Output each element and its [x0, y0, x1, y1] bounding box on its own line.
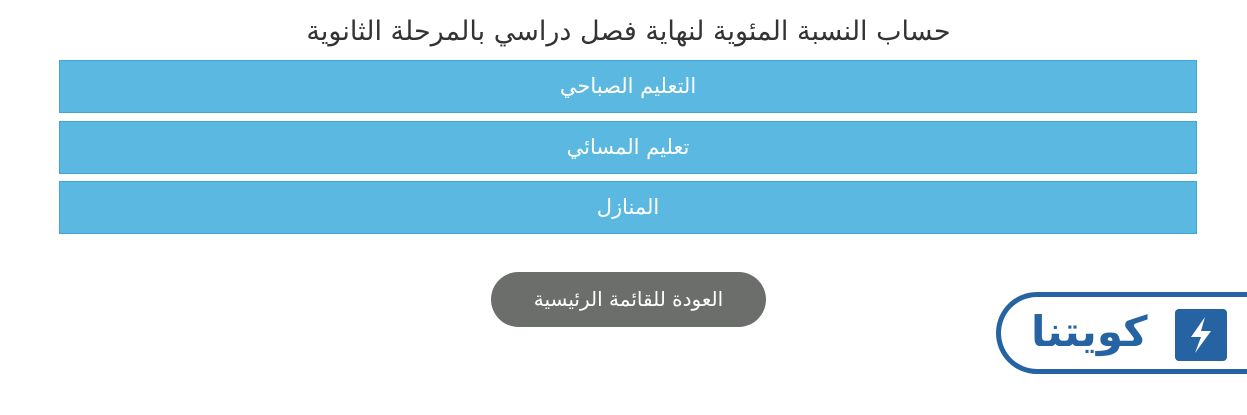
lightning-icon: [1175, 309, 1227, 361]
option-evening-education[interactable]: تعليم المسائي: [59, 121, 1197, 174]
page: حساب النسبة المئوية لنهاية فصل دراسي بال…: [0, 0, 1247, 415]
logo-text: كويتنا: [1031, 307, 1148, 356]
site-logo[interactable]: كويتنا: [996, 292, 1247, 374]
option-home-education[interactable]: المنازل: [59, 181, 1197, 234]
back-to-main-menu-button[interactable]: العودة للقائمة الرئيسية: [491, 272, 766, 327]
option-morning-education[interactable]: التعليم الصباحي: [59, 60, 1197, 113]
page-title: حساب النسبة المئوية لنهاية فصل دراسي بال…: [306, 16, 951, 47]
